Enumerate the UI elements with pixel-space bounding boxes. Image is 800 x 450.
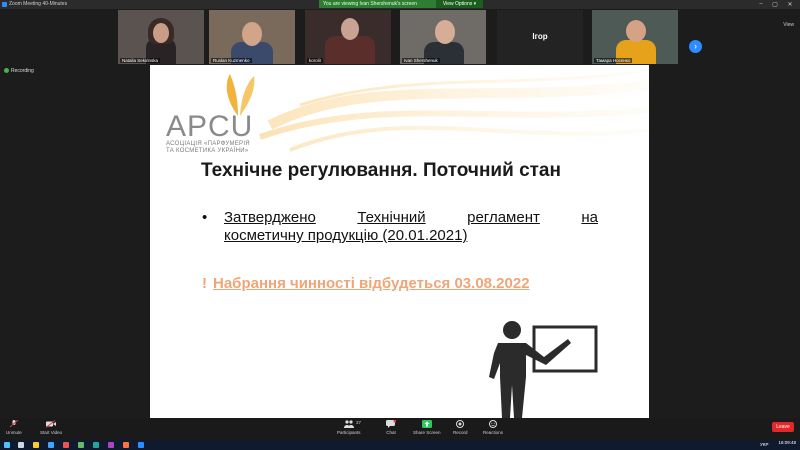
participant-tile[interactable]: Ігор <box>497 10 583 64</box>
app-icon[interactable] <box>78 442 84 448</box>
recording-label: Recording <box>11 68 34 74</box>
participant-tile[interactable]: korolir <box>305 10 391 64</box>
screen-share-banner: You are viewing Ivan Shershenuk's screen… <box>319 0 483 8</box>
record-button[interactable]: Record <box>453 420 468 435</box>
reactions-button[interactable]: Reactions <box>483 420 503 435</box>
video-off-icon <box>46 420 57 428</box>
start-video-button[interactable]: Start Video <box>40 420 62 435</box>
video-gallery: Natalia Sekirinska Ruslan Kuzmenko korol… <box>0 10 800 64</box>
notice-text: Набрання чинності відбудеться 03.08.2022 <box>213 275 530 292</box>
maximize-icon[interactable]: ▢ <box>770 1 780 8</box>
microphone-muted-icon <box>9 420 19 428</box>
next-page-arrow-icon[interactable]: › <box>689 40 702 53</box>
zoom-taskbar-icon[interactable] <box>138 442 144 448</box>
share-message: You are viewing Ivan Shershenuk's screen <box>323 1 417 7</box>
system-clock[interactable]: 16:09:48 <box>778 440 796 446</box>
app-icon[interactable] <box>108 442 114 448</box>
participants-label: Participants <box>337 430 361 435</box>
minimize-icon[interactable]: – <box>756 1 766 7</box>
chat-label: Chat <box>386 430 396 435</box>
participant-name: Ruslan Kuzmenko <box>211 58 252 63</box>
participant-name: Ігор <box>532 32 548 41</box>
file-explorer-icon[interactable] <box>33 442 39 448</box>
bullet-line1: Затверджено Технічний регламент на <box>224 209 598 227</box>
reactions-icon <box>489 420 497 428</box>
participants-count: 37 <box>356 420 362 425</box>
logo-subtitle-line2: ТА КОСМЕТИКА УКРАЇНИ» <box>166 148 249 154</box>
recording-dot-icon <box>4 68 9 74</box>
opera-icon[interactable] <box>63 442 69 448</box>
search-icon[interactable] <box>18 442 24 448</box>
leave-button[interactable]: Leave <box>772 422 794 432</box>
window-title: Zoom Meeting 40-Minutes <box>9 1 68 7</box>
app-icon[interactable] <box>93 442 99 448</box>
record-label: Record <box>453 430 468 435</box>
effective-date-notice: ! Набрання чинності відбудеться 03.08.202… <box>202 275 530 292</box>
participant-tile[interactable]: Ivan Shershenuk <box>400 10 486 64</box>
record-icon <box>456 420 465 428</box>
bullet-line2: косметичну продукцію (20.01.2021) <box>224 227 468 244</box>
unmute-button[interactable]: Unmute <box>6 420 22 435</box>
bullet-word: регламент <box>467 209 540 226</box>
logo-subtitle-line1: АСОЦІАЦІЯ «ПАРФУМЕРІЯ <box>166 141 250 147</box>
teacher-at-board-icon <box>489 321 598 418</box>
participant-name: Тамара Носенко <box>594 58 633 63</box>
bullet-word: на <box>581 209 598 226</box>
keyboard-language[interactable]: УКР <box>760 442 768 447</box>
participant-tile[interactable]: Natalia Sekirinska <box>118 10 204 64</box>
notice-mark: ! <box>202 275 207 292</box>
bullet-word: Затверджено <box>224 209 316 226</box>
close-icon[interactable]: ✕ <box>785 1 795 8</box>
participants-icon <box>343 420 354 428</box>
edge-icon[interactable] <box>48 442 54 448</box>
recording-indicator: Recording <box>4 68 34 74</box>
share-screen-button[interactable]: Share Screen <box>413 420 441 435</box>
slide-title: Технічне регулювання. Поточний стан <box>201 160 561 181</box>
participant-name: korolir <box>307 58 324 63</box>
bullet-dot-icon: • <box>202 209 208 226</box>
participant-tile[interactable]: Ruslan Kuzmenko <box>209 10 295 64</box>
unmute-label: Unmute <box>6 430 22 435</box>
participant-tile[interactable]: Тамара Носенко <box>592 10 678 64</box>
chat-icon <box>386 420 396 428</box>
meeting-toolbar: Unmute Start Video Participants 37 Chat … <box>0 418 800 440</box>
shared-slide: APCU АСОЦІАЦІЯ «ПАРФУМЕРІЯ ТА КОСМЕТИКА … <box>150 65 649 418</box>
chat-button[interactable]: Chat <box>386 420 396 435</box>
view-options-button[interactable]: View Options ▾ <box>436 0 483 8</box>
participant-name: Ivan Shershenuk <box>402 58 440 63</box>
share-screen-icon <box>421 420 432 428</box>
reactions-label: Reactions <box>483 430 504 435</box>
app-icon[interactable] <box>123 442 129 448</box>
windows-start-icon[interactable] <box>4 442 10 448</box>
zoom-logo-icon <box>2 2 7 7</box>
bullet-word: Технічний <box>357 209 426 226</box>
view-button[interactable]: View <box>783 22 794 28</box>
participant-name: Natalia Sekirinska <box>120 58 161 63</box>
logo-text: APCU <box>166 110 254 143</box>
view-options-label: View Options <box>442 1 473 7</box>
share-screen-label: Share Screen <box>413 430 441 435</box>
windows-taskbar: УКР 16:09:48 <box>0 440 800 450</box>
start-video-label: Start Video <box>40 430 63 435</box>
